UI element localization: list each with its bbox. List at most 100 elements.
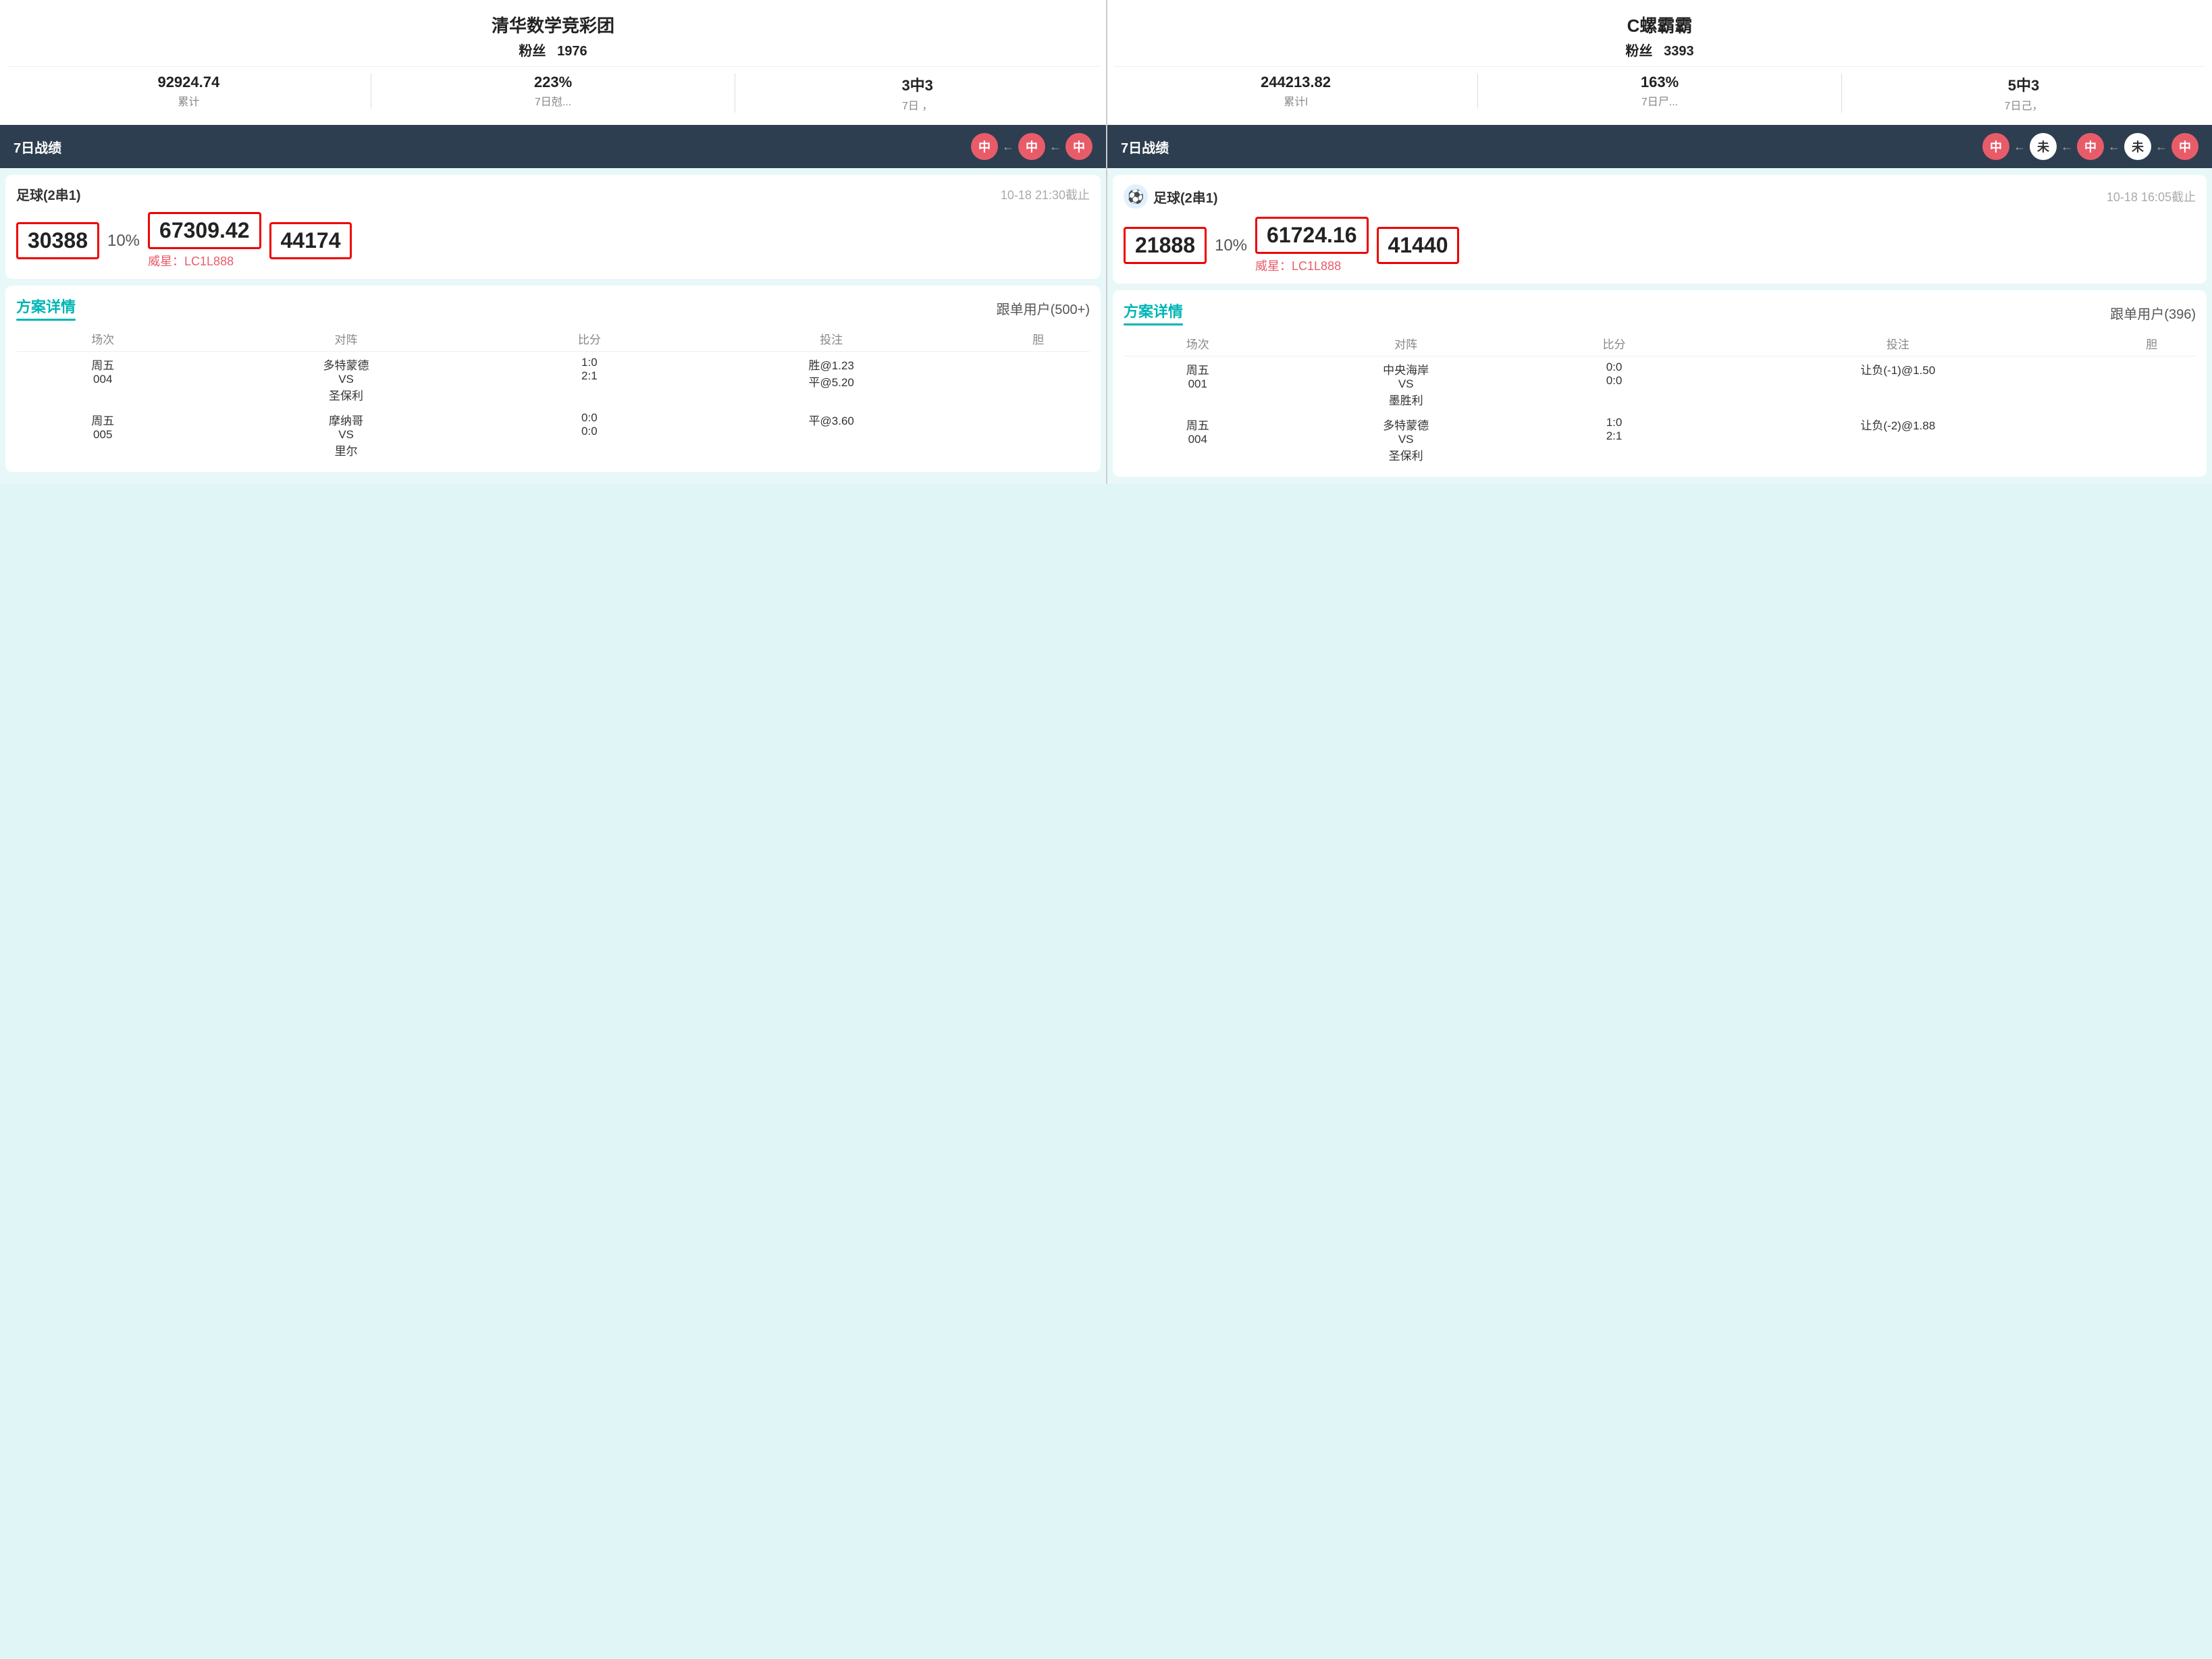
left-fans-label: 粉丝	[519, 44, 546, 59]
right-th-2: 对阵	[1272, 331, 1540, 357]
right-th-5: 胆	[2107, 331, 2196, 357]
left-battle-label: 7日战绩	[14, 137, 61, 157]
right-bet-header: ⚽ 足球(2串1) 10-18 16:05截止	[1124, 184, 2196, 209]
right-td-match-0: 周五 001	[1124, 357, 1272, 413]
right-table-row: 周五 004 多特蒙德 VS 圣保利 1:0 2:1 让负(-2)@1.88	[1124, 412, 2196, 467]
right-th-4: 投注	[1688, 331, 2107, 357]
right-weixin: 威星：LC1L888	[1255, 257, 1341, 274]
right-badge-2: 未	[2030, 133, 2057, 160]
right-td-bet-1: 让负(-2)@1.88	[1688, 412, 2107, 467]
left-plan-header: 方案详情 跟单用户(500+)	[16, 295, 1090, 321]
left-pct: 10%	[107, 232, 140, 251]
right-card: C螺霸霸 粉丝 3393 244213.82 累计l 163% 7日尸... 5…	[1106, 0, 2212, 483]
right-table-header-row: 场次 对阵 比分 投注 胆	[1124, 331, 2196, 357]
right-td-teams-1: 多特蒙德 VS 圣保利	[1272, 412, 1540, 467]
right-arrow-3: ←	[2108, 140, 2120, 154]
left-stat-label-3: 7日 ，	[902, 97, 932, 113]
right-stat-value-3: 5中3	[2008, 74, 2039, 95]
right-fans-label: 粉丝	[1625, 44, 1652, 59]
right-badge-1: 中	[1982, 133, 2009, 160]
left-bet-deadline: 10-18 21:30截止	[1001, 186, 1090, 203]
left-table-row: 周五 004 多特蒙德 VS 圣保利 1:0 2:1 胜@1.23 平@5.20	[16, 352, 1090, 408]
left-td-dan-1	[986, 407, 1090, 463]
right-td-bet-0: 让负(-1)@1.50	[1688, 357, 2107, 413]
right-number-3: 61724.16	[1255, 217, 1368, 254]
left-td-bet-0: 胜@1.23 平@5.20	[676, 352, 986, 408]
left-td-dan-0	[986, 352, 1090, 408]
left-stat-label-1: 累计	[178, 93, 199, 109]
left-weixin: 威星：LC1L888	[148, 252, 234, 269]
right-plan-table: 场次 对阵 比分 投注 胆 周五 001 中央海岸 VS 墨胜利 0:0 0:0…	[1124, 331, 2196, 467]
left-battle-icons: 中 ← 中 ← 中	[971, 133, 1092, 160]
left-stat-3: 3中3 7日 ，	[735, 74, 1099, 113]
left-number-4: 44174	[269, 222, 352, 259]
right-battle-bar: 7日战绩 中 ← 未 ← 中 ← 未 ← 中	[1107, 125, 2212, 168]
left-stat-2: 223% 7日尅...	[371, 74, 735, 109]
right-stats-row: 244213.82 累计l 163% 7日尸... 5中3 7日己，	[1114, 66, 2205, 118]
right-stat-1: 244213.82 累计l	[1114, 74, 1477, 109]
left-stat-label-2: 7日尅...	[535, 93, 571, 109]
right-follow-users: 跟单用户(396)	[2110, 303, 2196, 323]
left-th-1: 场次	[16, 326, 189, 352]
right-bet-numbers: 21888 10% 61724.16 威星：LC1L888 41440	[1124, 217, 2196, 274]
left-td-match-1: 周五 005	[16, 407, 189, 463]
right-fans: 粉丝 3393	[1114, 40, 2205, 59]
left-th-2: 对阵	[189, 326, 502, 352]
left-bet-type: 足球(2串1)	[16, 184, 81, 204]
left-table-header-row: 场次 对阵 比分 投注 胆	[16, 326, 1090, 352]
right-stat-2: 163% 7日尸...	[1477, 74, 1841, 109]
left-header: 清华数学竞彩团 粉丝 1976 92924.74 累计 223% 7日尅... …	[0, 0, 1106, 125]
right-plan-section: 方案详情 跟单用户(396) 场次 对阵 比分 投注 胆 周五 001 中央海岸…	[1113, 290, 2207, 477]
right-number-1: 21888	[1124, 227, 1207, 264]
right-bet-deadline: 10-18 16:05截止	[2107, 188, 2196, 205]
left-stats-row: 92924.74 累计 223% 7日尅... 3中3 7日 ，	[7, 66, 1099, 118]
right-td-dan-0	[2107, 357, 2196, 413]
left-number-3: 67309.42	[148, 212, 261, 249]
right-arrow-4: ←	[2155, 140, 2167, 154]
left-bet-numbers: 30388 10% 67309.42 威星：LC1L888 44174	[16, 212, 1090, 269]
right-td-score-1: 1:0 2:1	[1540, 412, 1689, 467]
left-plan-table: 场次 对阵 比分 投注 胆 周五 004 多特蒙德 VS 圣保利 1:0 2:1…	[16, 326, 1090, 463]
left-table-row: 周五 005 摩纳哥 VS 里尔 0:0 0:0 平@3.60	[16, 407, 1090, 463]
right-stat-value-2: 163%	[1641, 74, 1679, 91]
left-follow-users: 跟单用户(500+)	[997, 298, 1090, 318]
left-td-match-0: 周五 004	[16, 352, 189, 408]
left-td-score-0: 1:0 2:1	[503, 352, 676, 408]
right-arrow-1: ←	[2013, 140, 2026, 154]
left-plan-section: 方案详情 跟单用户(500+) 场次 对阵 比分 投注 胆 周五 004 多特蒙…	[5, 286, 1101, 472]
right-td-dan-1	[2107, 412, 2196, 467]
left-card: 清华数学竞彩团 粉丝 1976 92924.74 累计 223% 7日尅... …	[0, 0, 1106, 483]
football-icon: ⚽	[1124, 184, 1148, 209]
left-bet-section: 足球(2串1) 10-18 21:30截止 30388 10% 67309.42…	[5, 175, 1101, 279]
left-plan-title: 方案详情	[16, 295, 76, 321]
left-battle-bar: 7日战绩 中 ← 中 ← 中	[0, 125, 1106, 168]
right-bet-section: ⚽ 足球(2串1) 10-18 16:05截止 21888 10% 61724.…	[1113, 175, 2207, 284]
left-td-bet-1: 平@3.60	[676, 407, 986, 463]
right-plan-header: 方案详情 跟单用户(396)	[1124, 300, 2196, 325]
right-th-3: 比分	[1540, 331, 1689, 357]
right-stat-label-1: 累计l	[1284, 93, 1308, 109]
left-badge-1: 中	[971, 133, 998, 160]
right-td-teams-0: 中央海岸 VS 墨胜利	[1272, 357, 1540, 413]
left-fans-count: 1976	[557, 44, 587, 59]
left-th-5: 胆	[986, 326, 1090, 352]
left-th-4: 投注	[676, 326, 986, 352]
right-td-score-0: 0:0 0:0	[1540, 357, 1689, 413]
right-td-match-1: 周五 004	[1124, 412, 1272, 467]
right-stat-value-1: 244213.82	[1261, 74, 1331, 91]
left-stat-value-2: 223%	[534, 74, 572, 91]
right-bet-type: ⚽ 足球(2串1)	[1124, 184, 1218, 209]
right-number-4: 41440	[1377, 227, 1460, 264]
right-title: C螺霸霸	[1114, 12, 2205, 37]
left-td-score-1: 0:0 0:0	[503, 407, 676, 463]
left-title: 清华数学竞彩团	[7, 12, 1099, 37]
right-battle-icons: 中 ← 未 ← 中 ← 未 ← 中	[1982, 133, 2198, 160]
right-th-1: 场次	[1124, 331, 1272, 357]
right-header: C螺霸霸 粉丝 3393 244213.82 累计l 163% 7日尸... 5…	[1107, 0, 2212, 125]
left-badge-2: 中	[1018, 133, 1045, 160]
left-number-1: 30388	[16, 222, 99, 259]
right-badge-5: 中	[2171, 133, 2198, 160]
left-arrow-2: ←	[1049, 140, 1061, 154]
left-td-teams-1: 摩纳哥 VS 里尔	[189, 407, 502, 463]
right-badge-4: 未	[2124, 133, 2151, 160]
